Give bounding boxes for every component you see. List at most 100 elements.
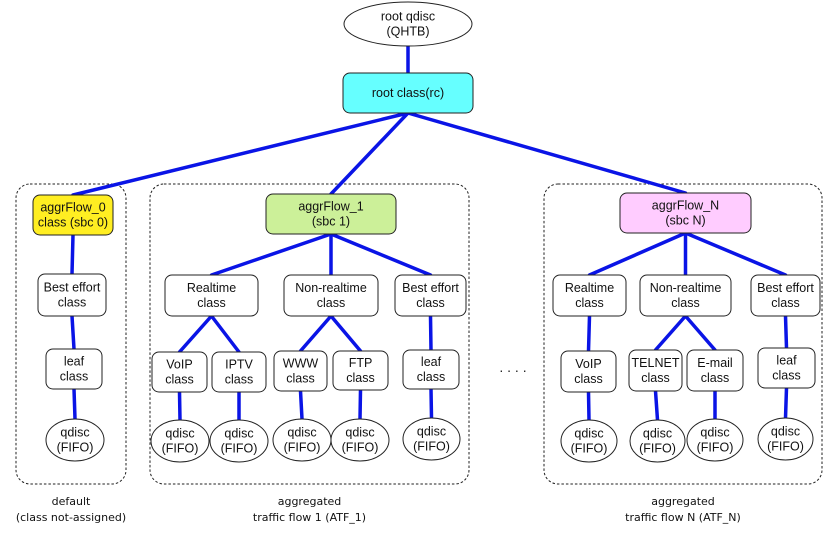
node-label: WWW: [283, 357, 319, 371]
node-a1-nrt: Non-realtimeclass: [283, 274, 379, 317]
node-label: (sbc 1): [312, 215, 350, 229]
node-label: class: [197, 296, 225, 310]
node-a1-q4: qdisc(FIFO): [330, 418, 390, 462]
node-label: qdisc: [574, 427, 603, 441]
node-label: FTP: [349, 356, 373, 370]
group-atf1-caption: traffic flow 1 (ATF_1): [253, 511, 366, 524]
node-label: root qdisc: [381, 10, 435, 24]
node-label: class: [317, 296, 345, 310]
edge-a1-www-to-a1-q3: [298, 389, 304, 421]
edge-a1-rt-to-a1-voip: [177, 314, 214, 354]
node-aN-voip: VoIPclass: [560, 350, 617, 393]
edge-aN-telnet-to-aN-q2: [653, 389, 660, 422]
nodes-layer: root qdisc(QHTB) root class(rc) aggrFlow_0…: [32, 1, 821, 463]
node-aN-leaf: leafclass: [757, 347, 816, 389]
edge-a1-leaf-to-a1-q5: [429, 387, 434, 420]
node-label: (FIFO): [342, 441, 379, 455]
edge-a1-voip-to-a1-q1: [177, 390, 182, 422]
group-default-caption: (class not-assigned): [16, 511, 126, 524]
edge-root-class-to-aggr0: [71, 111, 410, 197]
edge-a1-nrt-to-a1-ftp: [329, 314, 363, 353]
node-label: (FIFO): [639, 442, 676, 456]
node-aN-nrt: Non-realtimeclass: [639, 274, 732, 317]
node-label: (FIFO): [571, 442, 608, 456]
edge-aN-leaf-to-aN-q4: [783, 386, 789, 420]
node-label: qdisc: [224, 427, 253, 441]
node-label: (QHTB): [386, 25, 429, 39]
node-label: Best effort: [757, 281, 814, 295]
edge-a1-rt-to-a1-iptv: [209, 314, 241, 354]
edge-aN-be-to-aN-leaf: [783, 314, 789, 350]
node-label: leaf: [776, 354, 797, 368]
node-label: TELNET: [632, 356, 680, 370]
node-label: Non-realtime: [295, 281, 367, 295]
node-label: class: [771, 296, 799, 310]
node-a1-be: Best effortclass: [394, 274, 467, 317]
edge-root-class-to-aggr1: [329, 111, 410, 196]
edge-aggr0-to-aggr0-be: [70, 233, 75, 276]
ellipsis-more-flows: . . . .: [499, 359, 526, 375]
node-label: Realtime: [187, 281, 236, 295]
node-aggr0-be: Best effortclass: [37, 273, 107, 317]
edge-a1-nrt-to-a1-www: [298, 314, 333, 353]
node-label: leaf: [64, 355, 85, 369]
node-label: Non-realtime: [650, 281, 722, 295]
node-label: qdisc: [165, 427, 194, 441]
edge-aggr0-be-to-aggr0-leaf: [70, 314, 76, 351]
node-label: (FIFO): [284, 441, 321, 455]
node-label: (FIFO): [162, 442, 199, 456]
edge-aggr0-leaf-to-aggr0-q: [72, 387, 77, 421]
node-a1-rt: Realtimeclass: [164, 274, 259, 317]
node-a1-www: WWWclass: [273, 350, 328, 392]
group-atfN-caption: traffic flow N (ATF_N): [625, 511, 741, 524]
node-label: VoIP: [575, 357, 601, 371]
node-label: class: [575, 296, 603, 310]
node-a1-voip: VoIPclass: [151, 351, 208, 393]
node-label: (FIFO): [767, 440, 804, 454]
node-root-qdisc: root qdisc(QHTB): [343, 1, 473, 47]
node-label: class: [671, 296, 699, 310]
htb-class-tree-diagram: root qdisc(QHTB) root class(rc) aggrFlow_0…: [15, 1, 823, 524]
node-label: qdisc: [771, 425, 800, 439]
edge-aN-nrt-to-aN-email: [683, 314, 717, 352]
node-label: class: [225, 373, 253, 387]
node-label: class (sbc 0): [38, 216, 108, 230]
node-label: aggrFlow_N: [652, 199, 719, 213]
node-label: root class(rc): [372, 86, 444, 100]
node-label: E-mail: [697, 356, 732, 370]
node-label: class: [346, 371, 374, 385]
node-label: class: [286, 372, 314, 386]
node-label: qdisc: [417, 425, 446, 439]
node-a1-ftp: FTPclass: [332, 350, 389, 391]
node-label: (FIFO): [221, 442, 258, 456]
node-label: VoIP: [166, 358, 192, 372]
node-aggr0: aggrFlow_0class (sbc 0): [32, 194, 114, 236]
node-label: qdisc: [345, 426, 374, 440]
node-label: qdisc: [287, 426, 316, 440]
node-a1-q2: qdisc(FIFO): [209, 419, 269, 463]
node-label: class: [58, 296, 86, 310]
edge-aggr1-to-a1-rt: [209, 232, 333, 277]
node-label: class: [641, 371, 669, 385]
edge-aN-voip-to-aN-q1: [586, 390, 591, 422]
node-aN-telnet: TELNETclass: [628, 349, 683, 392]
node-label: leaf: [421, 355, 442, 369]
node-label: class: [772, 369, 800, 383]
node-label: (FIFO): [413, 440, 450, 454]
node-label: aggrFlow_1: [298, 200, 363, 214]
node-label: class: [417, 370, 445, 384]
node-label: (sbc N): [665, 214, 705, 228]
node-label: class: [165, 373, 193, 387]
node-aggr1: aggrFlow_1(sbc 1): [265, 193, 397, 235]
node-aggr0-leaf: leafclass: [45, 348, 103, 390]
node-a1-q1: qdisc(FIFO): [150, 419, 210, 463]
edge-a1-be-to-a1-leaf: [428, 314, 433, 352]
node-aggrN: aggrFlow_N(sbc N): [619, 192, 752, 234]
edge-aN-nrt-to-aN-telnet: [653, 314, 688, 352]
node-label: class: [60, 370, 88, 384]
node-label: class: [701, 371, 729, 385]
node-label: Best effort: [402, 281, 459, 295]
node-aN-q4: qdisc(FIFO): [757, 417, 814, 461]
group-atf1-caption: aggregated: [278, 495, 342, 508]
node-aggr0-q: qdisc(FIFO): [45, 418, 105, 462]
